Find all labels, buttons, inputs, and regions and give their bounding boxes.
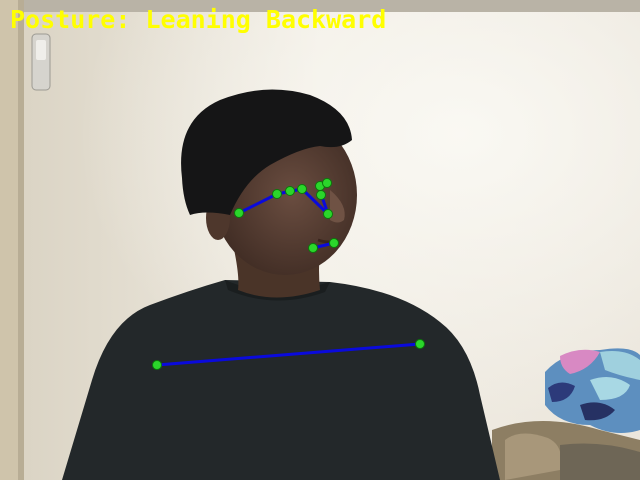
keypoint-right-shoulder <box>415 339 425 349</box>
keypoint-left-ear <box>234 208 244 218</box>
keypoint-right-eye-outer <box>316 190 326 200</box>
posture-prefix: Posture: <box>10 5 131 34</box>
keypoint-mouth-left <box>308 243 318 253</box>
keypoint-left-shoulder <box>152 360 162 370</box>
camera-scene <box>0 0 640 480</box>
door-frame <box>0 0 18 480</box>
keypoint-nose <box>323 209 333 219</box>
keypoint-mouth-right <box>329 238 339 248</box>
keypoint-left-eye-inner <box>297 184 307 194</box>
posture-status-label: Posture: Leaning Backward <box>10 4 386 36</box>
webcam-frame: Posture: Leaning Backward <box>0 0 640 480</box>
posture-value: Leaning Backward <box>145 5 387 34</box>
keypoint-right-eye <box>322 178 332 188</box>
keypoint-left-eye <box>285 186 295 196</box>
keypoint-left-eye-outer <box>272 189 282 199</box>
